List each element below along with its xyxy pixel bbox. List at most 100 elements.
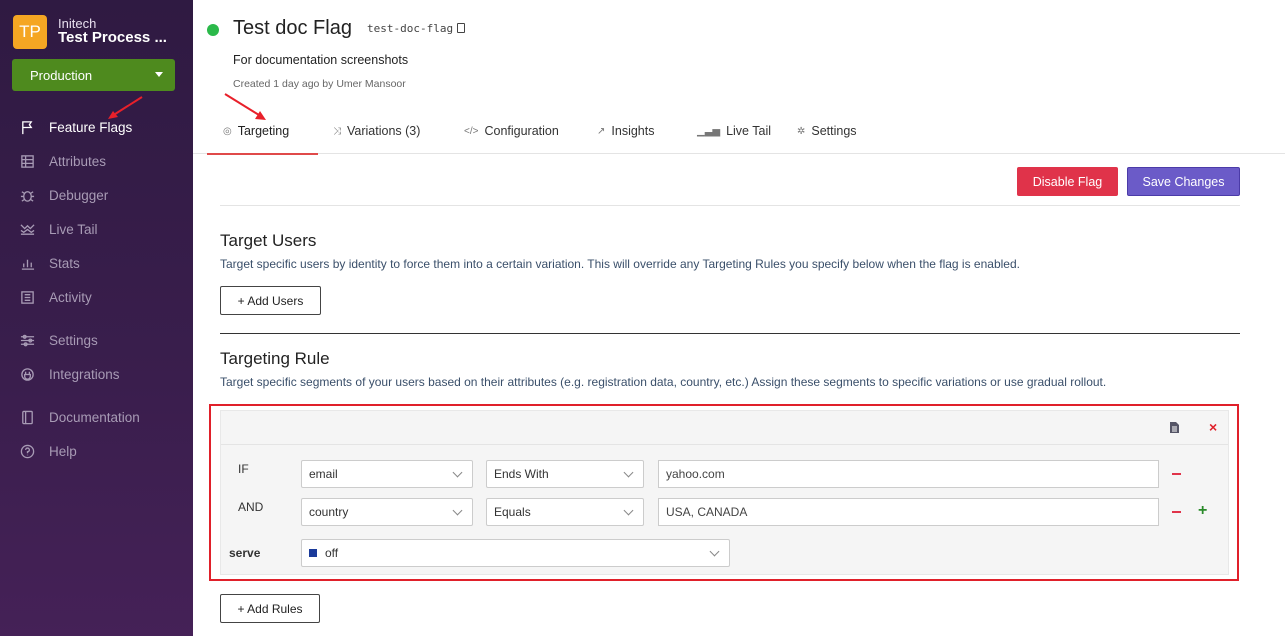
variation-color-swatch xyxy=(309,549,317,557)
condition-value-input[interactable]: yahoo.com xyxy=(658,460,1159,488)
flag-created-info: Created 1 day ago by Umer Mansoor xyxy=(233,78,406,90)
tab-insights[interactable]: ↗ Insights xyxy=(597,120,654,142)
operator-select[interactable]: Ends With xyxy=(486,460,644,488)
active-tab-indicator xyxy=(207,153,318,155)
targeting-rule-description: Target specific segments of your users b… xyxy=(220,375,1107,389)
main-content: Test doc Flag test-doc-flag For document… xyxy=(193,0,1285,636)
tab-label: Targeting xyxy=(237,124,290,138)
sidebar-item-debugger[interactable]: Debugger xyxy=(20,185,108,205)
document-icon[interactable] xyxy=(1169,421,1180,434)
sidebar-item-help[interactable]: Help xyxy=(20,441,77,461)
operator-value: Equals xyxy=(494,505,531,519)
attribute-select[interactable]: country xyxy=(301,498,473,526)
grid-icon xyxy=(21,154,34,168)
environment-selector[interactable]: Production xyxy=(12,59,175,91)
target-icon: ◎ xyxy=(223,125,232,137)
chevron-down-icon xyxy=(623,467,634,478)
sidebar-item-label: Help xyxy=(49,443,77,459)
clipboard-icon[interactable] xyxy=(457,23,466,33)
attribute-value: email xyxy=(309,467,338,481)
plug-icon xyxy=(21,367,34,381)
tab-label: Variations (3) xyxy=(347,124,421,138)
tab-label: Live Tail xyxy=(726,124,772,138)
shuffle-icon: ⤨ xyxy=(333,125,341,137)
tab-label: Insights xyxy=(611,124,655,138)
book-icon xyxy=(22,410,33,424)
wave-icon xyxy=(20,223,35,235)
chevron-down-icon xyxy=(623,505,634,516)
list-icon xyxy=(21,290,34,304)
disable-flag-button[interactable]: Disable Flag xyxy=(1017,167,1118,196)
operator-select[interactable]: Equals xyxy=(486,498,644,526)
sidebar-item-label: Feature Flags xyxy=(49,119,133,135)
chart-icon xyxy=(21,259,35,270)
tab-targeting[interactable]: ◎ Targeting xyxy=(223,120,289,142)
targeting-rule-card: × IF email Ends With yahoo.com AND count… xyxy=(209,404,1239,581)
serve-label: serve xyxy=(229,546,261,560)
sidebar-item-feature-flags[interactable]: Feature Flags xyxy=(20,117,132,137)
sidebar-item-live-tail[interactable]: Live Tail xyxy=(20,219,98,239)
close-icon[interactable]: × xyxy=(1209,419,1217,435)
sidebar-item-settings[interactable]: Settings xyxy=(20,330,98,350)
flag-key[interactable]: test-doc-flag xyxy=(367,22,466,35)
caret-down-icon xyxy=(155,72,163,77)
sidebar-item-label: Stats xyxy=(49,255,80,271)
flag-icon xyxy=(22,120,33,134)
flag-key-text: test-doc-flag xyxy=(367,22,454,35)
add-users-button[interactable]: + Add Users xyxy=(220,286,321,315)
tab-label: Configuration xyxy=(484,124,559,138)
sidebar-item-label: Debugger xyxy=(49,187,109,203)
chevron-down-icon xyxy=(452,467,463,478)
divider xyxy=(220,205,1240,206)
tab-configuration[interactable]: </> Configuration xyxy=(464,120,559,142)
serve-variation-select[interactable]: off xyxy=(301,539,730,567)
sidebar-item-label: Integrations xyxy=(49,366,120,382)
attribute-select[interactable]: email xyxy=(301,460,473,488)
gear-icon: ✲ xyxy=(797,125,806,137)
condition-value-input[interactable]: USA, CANADA xyxy=(658,498,1159,526)
add-rules-button[interactable]: + Add Rules xyxy=(220,594,320,623)
attribute-value: country xyxy=(309,505,349,519)
status-indicator xyxy=(207,24,219,36)
rule-header: × xyxy=(221,411,1228,445)
bug-icon xyxy=(20,190,35,202)
chevron-down-icon xyxy=(709,546,720,557)
help-icon xyxy=(20,444,35,458)
project-name[interactable]: Test Process ... xyxy=(58,29,167,46)
target-users-heading: Target Users xyxy=(220,231,317,250)
trend-icon: ↗ xyxy=(597,125,606,137)
targeting-rule-heading: Targeting Rule xyxy=(220,349,330,368)
sidebar-item-documentation[interactable]: Documentation xyxy=(20,407,140,427)
tab-settings[interactable]: ✲ Settings xyxy=(797,120,857,142)
project-logo[interactable]: TP xyxy=(13,15,47,49)
code-icon: </> xyxy=(464,125,479,137)
sidebar-item-activity[interactable]: Activity xyxy=(20,287,92,307)
chevron-down-icon xyxy=(452,505,463,516)
sidebar-item-label: Settings xyxy=(49,332,98,348)
sidebar-item-label: Activity xyxy=(49,289,92,305)
flag-title: Test doc Flag xyxy=(233,17,352,39)
tab-bar: ◎ Targeting ⤨ Variations (3) </> Configurat… xyxy=(193,110,1285,155)
operator-value: Ends With xyxy=(494,467,549,481)
sidebar-item-integrations[interactable]: Integrations xyxy=(20,364,120,384)
sidebar-item-label: Attributes xyxy=(49,153,107,169)
remove-condition-icon[interactable] xyxy=(1172,473,1181,475)
environment-label: Production xyxy=(30,67,93,83)
sidebar: TP Initech Test Process ... Production F… xyxy=(0,0,193,636)
add-condition-icon[interactable]: + xyxy=(1198,503,1207,519)
flag-description: For documentation screenshots xyxy=(233,53,409,67)
remove-condition-icon[interactable] xyxy=(1172,511,1181,513)
condition-keyword: IF xyxy=(238,462,249,476)
tab-live-tail[interactable]: ▁▃▅ Live Tail xyxy=(697,120,771,142)
tab-variations[interactable]: ⤨ Variations (3) xyxy=(333,120,420,142)
sliders-icon xyxy=(20,334,35,346)
divider xyxy=(220,333,1240,334)
signal-icon: ▁▃▅ xyxy=(697,125,721,137)
serve-value: off xyxy=(325,546,339,560)
save-changes-button[interactable]: Save Changes xyxy=(1127,167,1240,196)
rule-body: × IF email Ends With yahoo.com AND count… xyxy=(220,410,1229,575)
sidebar-item-attributes[interactable]: Attributes xyxy=(20,151,106,171)
sidebar-item-label: Live Tail xyxy=(49,221,98,237)
sidebar-item-stats[interactable]: Stats xyxy=(20,253,80,273)
target-users-description: Target specific users by identity to for… xyxy=(220,257,1020,271)
